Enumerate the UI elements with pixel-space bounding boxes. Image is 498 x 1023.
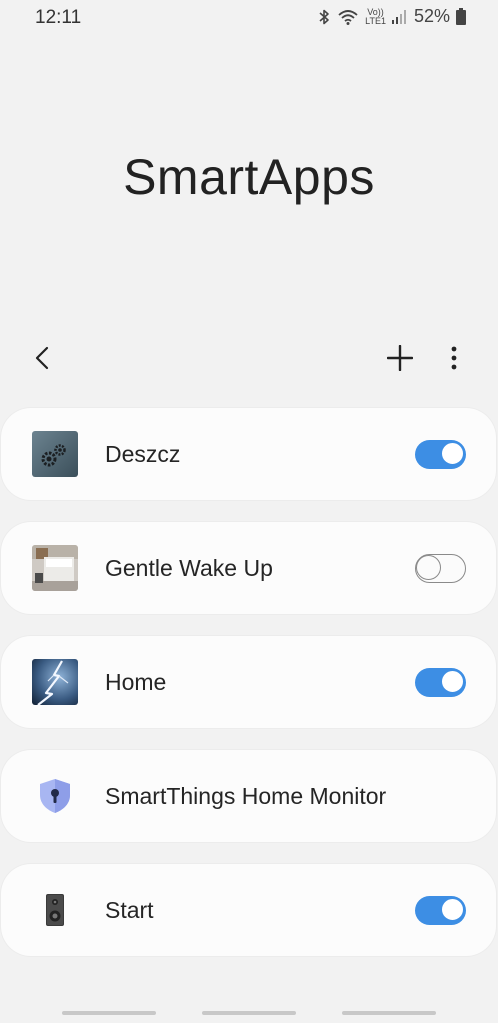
smartapp-toggle[interactable]: [415, 896, 466, 925]
toggle-knob: [440, 669, 465, 694]
signal-icon: [391, 9, 406, 25]
shield-lock-icon: [32, 773, 78, 819]
system-navigation-bar: [0, 1003, 498, 1023]
status-icons: Vo)) LTE1 52%: [317, 6, 466, 27]
smartapp-card-home[interactable]: Home: [1, 636, 496, 728]
more-vertical-icon: [451, 346, 457, 375]
speaker-icon: [32, 887, 78, 933]
toolbar: [0, 336, 498, 384]
smartapp-card-start[interactable]: Start: [1, 864, 496, 956]
smartapp-toggle[interactable]: [415, 440, 466, 469]
status-bar: 12:11 Vo)) LTE1 52%: [0, 0, 498, 36]
smartapp-toggle[interactable]: [415, 668, 466, 697]
smartapp-card-deszcz[interactable]: Deszcz: [1, 408, 496, 500]
wifi-icon: [337, 8, 359, 26]
page-title: SmartApps: [123, 149, 375, 205]
gears-icon: [32, 431, 78, 477]
lightning-icon: [32, 659, 78, 705]
status-time: 12:11: [35, 7, 82, 28]
toggle-knob: [416, 555, 441, 580]
nav-back-button[interactable]: [342, 1011, 436, 1015]
smartapp-card-gentle-wake-up[interactable]: Gentle Wake Up: [1, 522, 496, 614]
nav-recents-button[interactable]: [62, 1011, 156, 1015]
back-button[interactable]: [21, 336, 65, 384]
smartapp-name: Home: [105, 669, 167, 695]
smartapp-name: Gentle Wake Up: [105, 555, 273, 581]
add-button[interactable]: [378, 336, 422, 384]
smartapp-name: Start: [105, 897, 154, 923]
nav-home-button[interactable]: [202, 1011, 296, 1015]
smartapp-name: Deszcz: [105, 441, 181, 467]
battery-icon: [456, 8, 466, 25]
more-options-button[interactable]: [432, 336, 476, 384]
toggle-knob: [440, 441, 465, 466]
volte-icon: Vo)) LTE1: [365, 7, 386, 26]
lte-label: LTE1: [365, 15, 386, 26]
plus-icon: [386, 344, 414, 376]
toggle-knob: [440, 897, 465, 922]
battery-percent: 52%: [413, 6, 450, 26]
bedroom-photo-icon: [32, 545, 78, 591]
smartapp-card-smartthings-home-monitor[interactable]: SmartThings Home Monitor: [1, 750, 496, 842]
back-arrow-icon: [33, 345, 53, 376]
bluetooth-icon: [317, 8, 331, 26]
smartapp-toggle[interactable]: [415, 554, 466, 583]
smartapp-name: SmartThings Home Monitor: [105, 783, 387, 809]
